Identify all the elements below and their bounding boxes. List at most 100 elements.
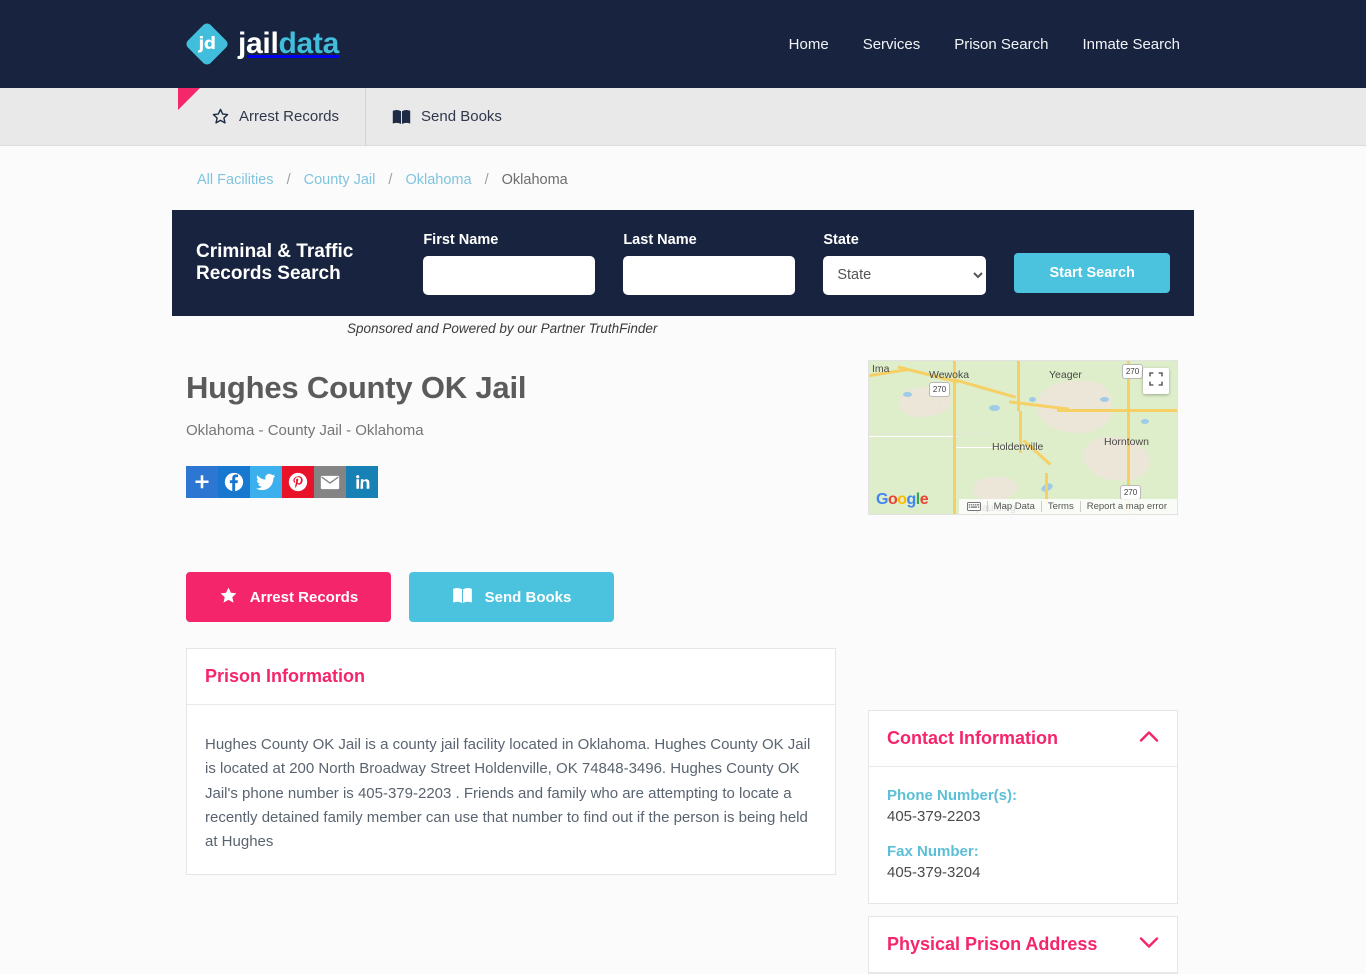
search-widget-title: Criminal & Traffic Records Search [196,240,354,284]
start-search-button[interactable]: Start Search [1014,253,1170,293]
google-logo: Google [876,491,929,508]
sponsored-note: Sponsored and Powered by our Partner Tru… [347,321,658,336]
send-books-button[interactable]: Send Books [409,572,614,622]
map-label-ima: Ima [872,363,890,375]
send-books-button-label: Send Books [484,588,572,606]
prison-information-panel: Prison Information Hughes County OK Jail… [186,648,836,876]
social-share-bar [186,466,836,498]
first-name-label: First Name [423,231,499,248]
site-header: jd jaildata Home Services Prison Search … [0,0,1366,88]
physical-address-title: Physical Prison Address [887,934,1098,954]
map-label-yeager: Yeager [1049,369,1082,381]
site-logo[interactable]: jd jaildata [184,21,339,67]
secondary-navigation: Arrest Records Send Books [0,87,1366,146]
contact-information-header[interactable]: Contact Information [869,711,1177,767]
logo-word-jail: jail [238,27,279,60]
share-twitter-button[interactable] [250,466,282,498]
breadcrumb-separator: / [484,172,489,188]
subnav-label-send-books: Send Books [421,108,502,125]
nav-prison-search[interactable]: Prison Search [954,36,1048,53]
breadcrumb-separator: / [286,172,291,188]
page-title: Hughes County OK Jail [186,370,527,405]
map-label-holdenville: Holdenville [992,441,1044,453]
sponsored-search-section: Criminal & Traffic Records Search First … [0,188,1366,336]
twitter-icon [256,473,276,491]
share-email-button[interactable] [314,466,346,498]
share-addthis-button[interactable] [186,466,218,498]
map-terms-link[interactable]: Terms [1040,501,1080,512]
last-name-label: Last Name [623,231,697,248]
contact-information-panel: Contact Information Phone Number(s): 405… [868,710,1178,904]
phone-number-value: 405-379-2203 [887,808,981,825]
star-icon [219,586,238,609]
facebook-icon [224,472,244,492]
breadcrumb-current: Oklahoma [501,172,568,188]
chevron-up-icon[interactable] [1139,730,1159,747]
email-icon [320,475,340,490]
first-name-fieldset: First Name [423,231,596,295]
breadcrumb-separator: / [388,172,393,188]
plus-icon [193,473,211,491]
share-facebook-button[interactable] [218,466,250,498]
nav-services[interactable]: Services [863,36,921,53]
map-fullscreen-button[interactable] [1143,368,1169,394]
chevron-down-icon[interactable] [1139,936,1159,953]
sidebar-column: 270 270 270 Ima Wewoka Yeager Holdenvill… [868,356,1178,974]
state-fieldset: State State [823,231,987,295]
map-report-error-link[interactable]: Report a map error [1079,501,1173,512]
breadcrumb-county-jail[interactable]: County Jail [304,172,376,188]
contact-information-body: Phone Number(s): 405-379-2203 Fax Number… [869,767,1177,903]
map-label-wewoka: Wewoka [929,369,970,381]
prison-information-title: Prison Information [205,666,366,686]
share-pinterest-button[interactable] [282,466,314,498]
keyboard-shortcuts-icon[interactable] [961,502,987,511]
nav-home[interactable]: Home [789,36,829,53]
logo-diamond-icon: jd [184,21,230,67]
prison-information-header: Prison Information [187,649,835,705]
corner-ribbon-decoration [178,88,200,110]
phone-number-label: Phone Number(s): [887,787,1018,804]
physical-address-header[interactable]: Physical Prison Address [869,917,1177,973]
sidebar-panels: Contact Information Phone Number(s): 405… [868,710,1178,974]
route-shield-270: 270 [929,382,950,397]
contact-information-title: Contact Information [887,728,1058,748]
breadcrumb-all-facilities[interactable]: All Facilities [197,172,274,188]
map-data-link[interactable]: Map Data [986,501,1041,512]
facility-subtitle: Oklahoma - County Jail - Oklahoma [186,422,424,439]
pinterest-icon [288,472,308,492]
prison-information-text: Hughes County OK Jail is a county jail f… [205,736,811,851]
first-name-input[interactable] [423,255,596,295]
logo-word-data: data [278,27,340,60]
subnav-item-arrest-records[interactable]: Arrest Records [186,88,365,146]
arrest-records-button-label: Arrest Records [249,588,359,606]
page-root: jd jaildata Home Services Prison Search … [0,0,1366,974]
fax-number-value: 405-379-3204 [887,864,981,881]
linkedin-icon [353,473,371,491]
nav-inmate-search[interactable]: Inmate Search [1082,36,1180,53]
logo-wordmark: jaildata [238,27,339,61]
breadcrumb: All Facilities / County Jail / Oklahoma … [0,146,1366,188]
subnav-item-send-books[interactable]: Send Books [365,87,528,146]
criminal-records-search-bar: Criminal & Traffic Records Search First … [172,210,1194,316]
last-name-fieldset: Last Name [623,231,796,295]
state-select[interactable]: State [823,255,987,295]
share-linkedin-button[interactable] [346,466,378,498]
star-icon [212,108,229,125]
book-icon [392,109,411,125]
state-label: State [823,231,859,248]
subnav-label-arrest-records: Arrest Records [239,108,340,125]
prison-information-body: Hughes County OK Jail is a county jail f… [187,705,835,874]
map-label-horntown: Horntown [1104,436,1149,448]
route-shield-270: 270 [1120,485,1141,500]
physical-address-panel: Physical Prison Address [868,916,1178,974]
main-content: Hughes County OK Jail Oklahoma - County … [0,336,1366,974]
last-name-input[interactable] [623,255,796,295]
arrest-records-button[interactable]: Arrest Records [186,572,391,622]
main-column: Hughes County OK Jail Oklahoma - County … [186,356,836,974]
location-map[interactable]: 270 270 270 Ima Wewoka Yeager Holdenvill… [868,360,1178,515]
facility-action-buttons: Arrest Records Send Books [186,572,836,622]
fullscreen-icon [1149,372,1163,390]
book-icon [452,587,473,608]
logo-mark-text: jd [198,34,217,54]
breadcrumb-oklahoma[interactable]: Oklahoma [405,172,471,188]
